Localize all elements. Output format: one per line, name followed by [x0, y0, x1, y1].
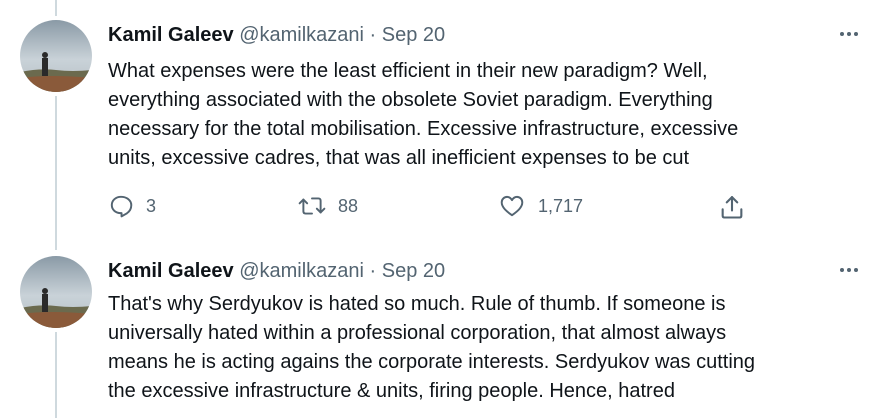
tweet-text-line: What expenses were the least efficient i… [108, 60, 708, 82]
more-icon[interactable] [835, 260, 863, 280]
tweet-date[interactable]: Sep 20 [382, 260, 445, 282]
reply-count: 3 [146, 195, 157, 216]
avatar[interactable] [20, 20, 92, 92]
author-name[interactable]: Kamil Galeev [108, 24, 234, 46]
tweet-date[interactable]: Sep 20 [382, 24, 445, 46]
share-button[interactable] [718, 193, 746, 221]
separator: · [369, 260, 377, 282]
tweet-text-line: universally hated within a professional … [108, 322, 727, 344]
retweet-icon [298, 197, 326, 215]
tweet-text-line: means he is acting agains the corporate … [108, 351, 756, 373]
tweet-header: Kamil Galeev @kamilkazani · Sep 20 [108, 258, 445, 284]
like-count: 1,717 [538, 195, 584, 216]
like-button[interactable]: 1,717 [498, 193, 583, 219]
more-icon[interactable] [835, 24, 863, 44]
reply-button[interactable]: 3 [108, 193, 156, 219]
tweet[interactable]: Kamil Galeev @kamilkazani · Sep 20 That'… [0, 240, 877, 418]
tweet-text-line: everything associated with the obsolete … [108, 89, 713, 111]
author-name[interactable]: Kamil Galeev [108, 260, 234, 282]
tweet-text-line: the excessive infrastructure & units, fi… [108, 380, 675, 402]
tweet-text: That's why Serdyukov is hated so much. R… [108, 290, 868, 406]
author-handle[interactable]: @kamilkazani [239, 24, 364, 46]
tweet[interactable]: Kamil Galeev @kamilkazani · Sep 20 What … [0, 0, 877, 240]
retweet-count: 88 [338, 195, 359, 216]
tweet-text-line: That's why Serdyukov is hated so much. R… [108, 293, 726, 315]
retweet-button[interactable]: 88 [298, 193, 358, 219]
tweet-header: Kamil Galeev @kamilkazani · Sep 20 [108, 22, 445, 48]
avatar[interactable] [20, 256, 92, 328]
tweet-text: What expenses were the least efficient i… [108, 57, 868, 173]
tweet-text-line: units, excessive cadres, that was all in… [108, 147, 690, 169]
heart-icon [500, 195, 524, 217]
author-handle[interactable]: @kamilkazani [239, 260, 364, 282]
tweet-text-line: necessary for the total mobilisation. Ex… [108, 118, 739, 140]
reply-icon [110, 195, 133, 218]
separator: · [369, 24, 377, 46]
share-icon [721, 196, 743, 219]
